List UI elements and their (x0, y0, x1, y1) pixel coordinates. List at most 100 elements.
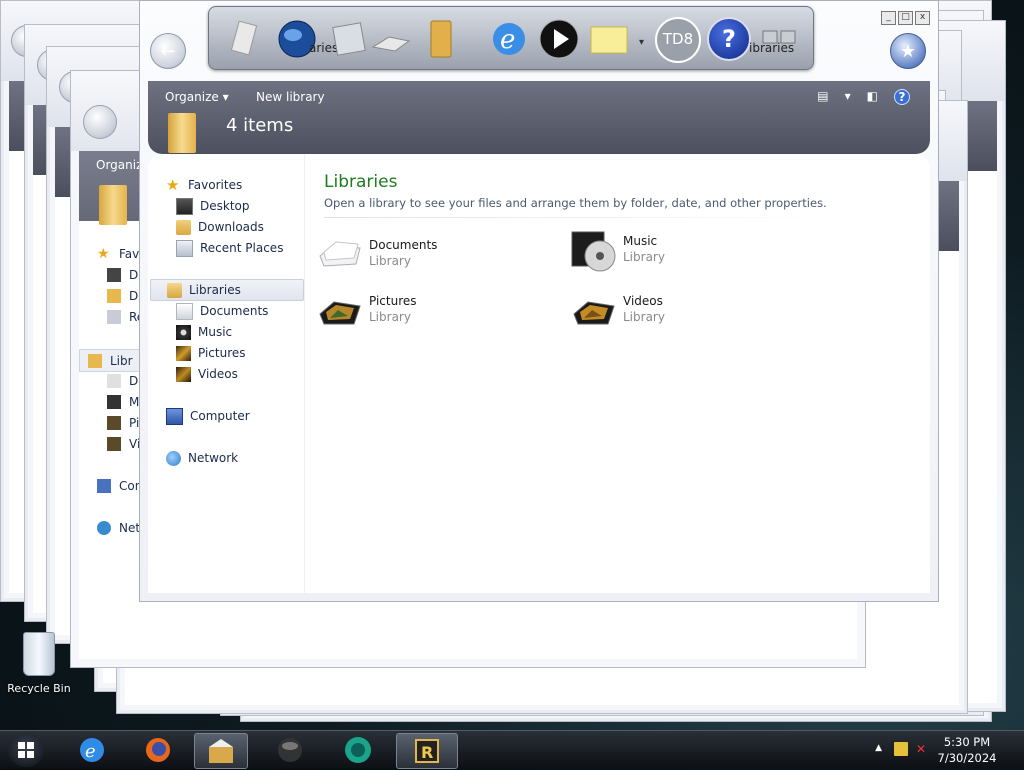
td8-icon[interactable]: TD8 (655, 17, 701, 63)
music-library-icon (570, 230, 618, 272)
nav-item-pictures[interactable]: Pi (107, 412, 139, 433)
taskbar-firefox[interactable] (132, 733, 184, 767)
taskbar-app-r[interactable]: R (396, 733, 458, 769)
internet-explorer-icon: e (80, 738, 104, 762)
close-button[interactable]: x (915, 11, 930, 25)
network-devices-icon[interactable] (757, 17, 801, 61)
downloads-icon (107, 288, 121, 303)
floating-dock: aries e ▾ TD8 ? ibraries (208, 6, 814, 70)
music-icon (176, 324, 191, 340)
nav-item-computer[interactable]: Con (97, 475, 142, 496)
documents-icon (107, 373, 121, 388)
nav-item-desktop[interactable]: Desktop (176, 196, 250, 216)
explorer-window: ← ★ _ □ x Organize ▾ New library ▤ ▾ ◧ ?… (139, 0, 939, 602)
pictures-library-icon (316, 290, 364, 330)
libraries-icon (167, 282, 182, 298)
videos-icon (176, 366, 191, 382)
back-button[interactable]: ← (150, 33, 186, 69)
libraries-view: Libraries Open a library to see your fil… (316, 154, 930, 593)
downloads-icon (176, 219, 191, 235)
page-description: Open a library to see your files and arr… (324, 196, 827, 210)
show-hidden-icons-icon[interactable]: ▲ (875, 743, 882, 753)
dock-dropdown-icon[interactable]: ▾ (639, 37, 644, 48)
star-icon: ★ (97, 245, 110, 262)
window-caption-buttons: _ □ x (881, 11, 930, 25)
star-icon: ★ (899, 40, 917, 62)
clock-date: 7/30/2024 (937, 751, 997, 765)
maximize-button[interactable]: □ (898, 11, 913, 25)
folder-icon[interactable] (419, 17, 463, 61)
view-options-chevron-icon[interactable]: ▾ (845, 89, 851, 105)
file-explorer-icon (209, 739, 233, 763)
desktop-icon (107, 267, 121, 282)
svg-text:e: e (500, 25, 515, 55)
help-icon[interactable]: ? (894, 89, 910, 105)
help-icon[interactable]: ? (707, 17, 751, 61)
back-arrow-icon: ← (160, 40, 176, 62)
nav-item-documents[interactable]: Documents (176, 301, 268, 321)
page-title: Libraries (324, 172, 398, 192)
favorites-button[interactable]: ★ (890, 33, 926, 69)
taskbar-media-player[interactable] (264, 733, 316, 767)
r-app-icon: R (415, 739, 439, 763)
volume-muted-icon[interactable]: ✕ (916, 742, 930, 756)
nav-item-favorites[interactable]: ★ Favorites (166, 175, 242, 195)
documents-library-icon (316, 234, 364, 274)
svg-text:e: e (85, 741, 96, 762)
taskbar-internet-explorer[interactable]: e (66, 733, 118, 767)
svg-text:R: R (421, 743, 433, 762)
nav-item-network[interactable]: Net (97, 517, 140, 538)
drive-icon[interactable] (369, 17, 413, 61)
library-tile-pictures[interactable]: Pictures Library (316, 290, 546, 334)
content-area: ★ Favorites Desktop Downloads Recent Pla… (148, 154, 930, 593)
windows-logo-icon (18, 742, 34, 758)
videos-icon (107, 436, 121, 451)
nav-item-network[interactable]: Network (166, 448, 238, 468)
nav-item-videos[interactable]: Videos (176, 364, 238, 384)
nav-item-computer[interactable]: Computer (166, 406, 250, 426)
folder-icon (168, 113, 196, 153)
library-tile-documents[interactable]: Documents Library (316, 234, 546, 278)
taskbar-app-green[interactable] (332, 733, 384, 767)
clock-time: 5:30 PM (943, 735, 991, 749)
documents-icon (176, 302, 193, 320)
network-icon (97, 520, 111, 535)
divider (324, 217, 844, 218)
libraries-shortcut-icon[interactable] (223, 17, 267, 61)
preview-pane-icon[interactable]: ◧ (867, 89, 878, 105)
media-player-icon (278, 738, 302, 762)
recycle-bin-icon (23, 632, 55, 676)
nav-item-music[interactable]: M (107, 391, 139, 412)
internet-explorer-icon[interactable]: e (487, 17, 531, 61)
recycle-bin[interactable]: Recycle Bin (6, 632, 72, 695)
nav-item-recent-places[interactable]: Recent Places (176, 238, 283, 258)
start-button[interactable] (8, 733, 44, 767)
recent-places-icon (107, 309, 121, 324)
network-icon (166, 450, 181, 466)
library-tile-videos[interactable]: Videos Library (570, 290, 800, 334)
minimize-button[interactable]: _ (881, 11, 896, 25)
nav-item-music[interactable]: Music (176, 322, 232, 342)
control-panel-icon[interactable] (327, 17, 371, 61)
action-center-icon[interactable] (894, 742, 908, 756)
nav-item-downloads[interactable]: Downloads (176, 217, 264, 237)
back-arrow-icon[interactable] (83, 105, 117, 139)
desktop-icon (176, 197, 193, 215)
nav-item-libraries[interactable]: Libraries (150, 279, 304, 301)
organize-label-partial: Organiz (96, 158, 143, 172)
library-tile-music[interactable]: Music Library (570, 230, 800, 274)
nav-item-videos[interactable]: Vi (107, 433, 140, 454)
command-bar: Organize ▾ New library ▤ ▾ ◧ ? 4 items (148, 81, 930, 154)
nav-item-pictures[interactable]: Pictures (176, 343, 246, 363)
media-player-icon[interactable] (537, 17, 581, 61)
item-count: 4 items (226, 115, 294, 136)
pictures-icon (107, 415, 121, 430)
taskbar-clock[interactable]: 5:30 PM 7/30/2024 (932, 734, 1002, 766)
sticky-note-icon[interactable] (587, 17, 631, 61)
change-view-icon[interactable]: ▤ (817, 89, 828, 105)
new-library-button[interactable]: New library (256, 90, 325, 104)
computer-icon (97, 478, 111, 493)
folder-icon (99, 185, 127, 225)
organize-button[interactable]: Organize ▾ (165, 90, 229, 104)
taskbar-explorer[interactable] (194, 733, 248, 769)
